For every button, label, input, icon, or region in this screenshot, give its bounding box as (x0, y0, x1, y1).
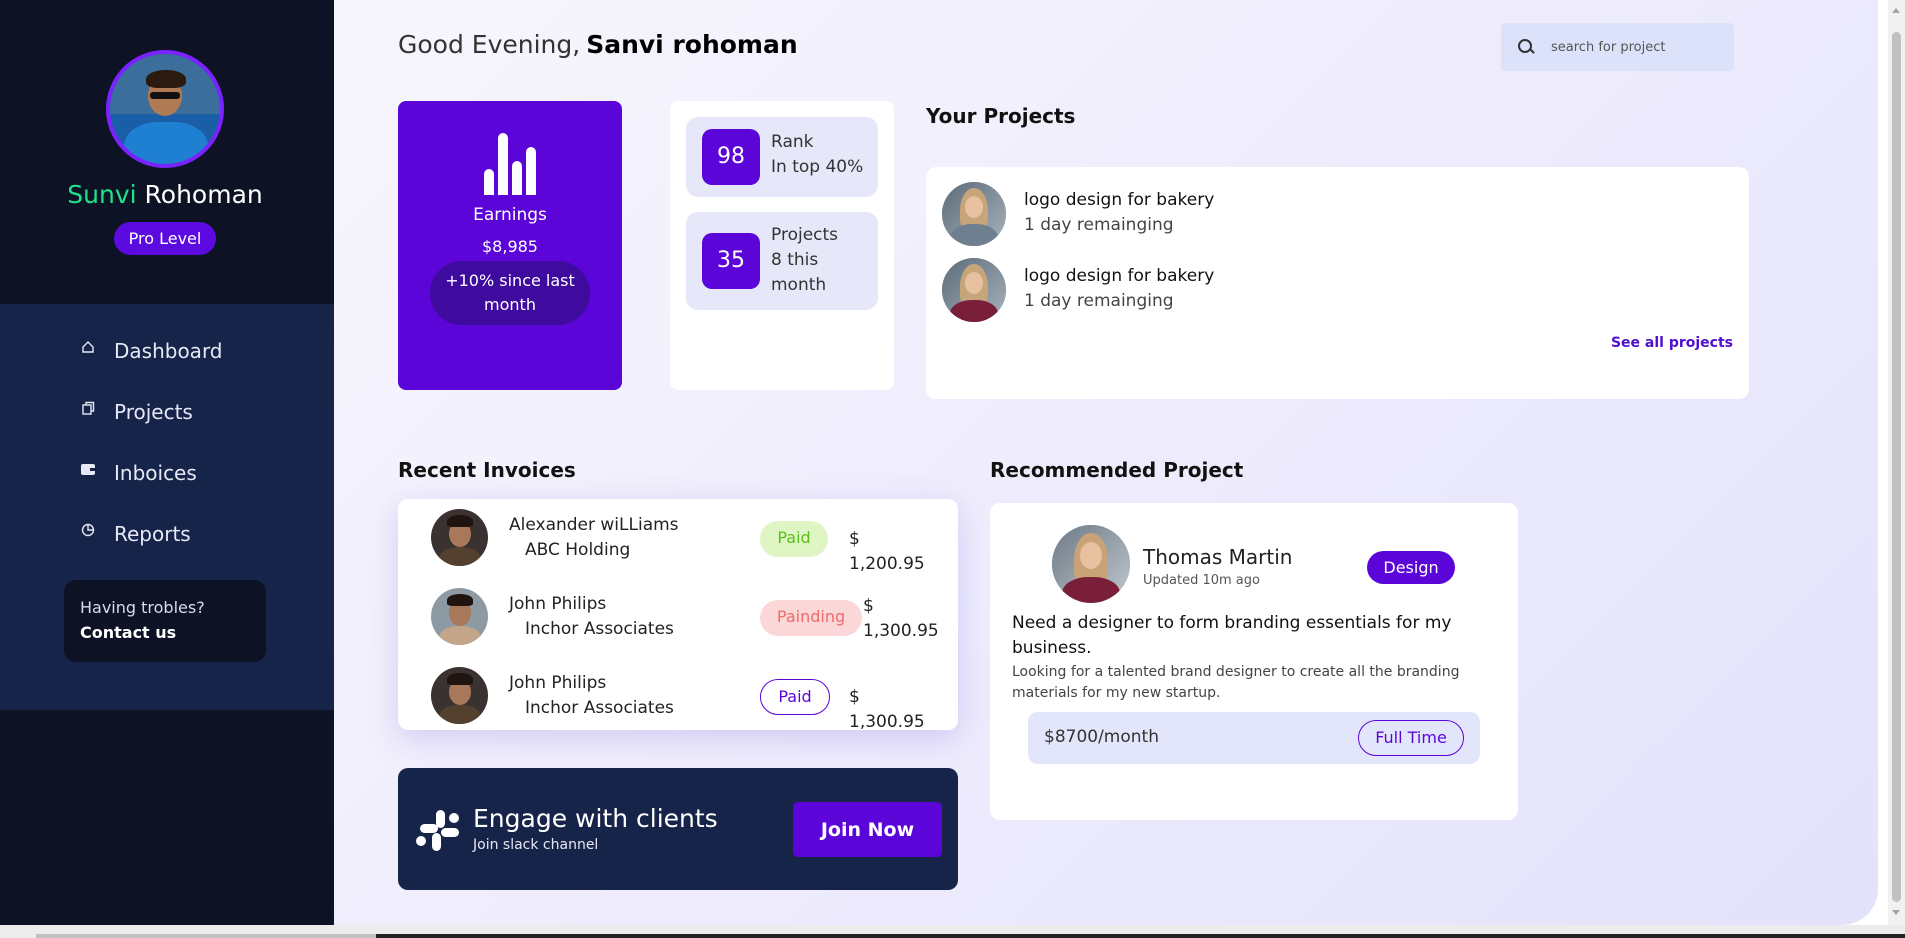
rank-sub: In top 40% (771, 157, 864, 177)
scroll-down-icon[interactable] (1892, 910, 1900, 915)
invoice-row[interactable]: John Philips Inchor Associates Paid $ 1,… (398, 667, 958, 732)
invoice-row[interactable]: John Philips Inchor Associates Painding … (398, 588, 958, 648)
rank-number: 98 (702, 129, 760, 185)
contact-us-link[interactable]: Contact us (80, 623, 176, 642)
invoice-company: ABC Holding (525, 540, 631, 560)
rank-stat: 98 Rank In top 40% (686, 117, 878, 197)
engage-subtitle: Join slack channel (473, 837, 599, 853)
recommended-description: Looking for a talented brand designer to… (1012, 664, 1460, 701)
greeting-user-name: Sanvi rohoman (586, 30, 798, 59)
copy-icon (80, 400, 96, 416)
design-tag[interactable]: Design (1367, 551, 1455, 584)
invoice-avatar (431, 667, 488, 724)
project-avatar (942, 182, 1006, 246)
earnings-card: Earnings $8,985 +10% since last month (398, 101, 622, 390)
sidebar-item-label: Inboices (114, 461, 197, 485)
invoice-company: Inchor Associates (525, 698, 674, 718)
pie-chart-icon (80, 522, 96, 538)
horizontal-scrollbar[interactable] (0, 925, 1905, 938)
slack-icon (416, 808, 460, 852)
project-remaining: 1 day remainging (1024, 215, 1174, 235)
scrollbar-thumb[interactable] (1892, 32, 1901, 902)
invoice-company: Inchor Associates (525, 619, 674, 639)
status-badge[interactable]: Painding (760, 600, 862, 636)
invoice-amount: $ 1,200.95 (849, 529, 925, 574)
profile-first-name: Sunvi (67, 180, 137, 209)
engage-title: Engage with clients (473, 804, 718, 833)
recommended-avatar (1052, 525, 1130, 603)
wallet-icon (80, 461, 96, 477)
invoice-name: John Philips (509, 594, 607, 614)
invoice-avatar (431, 509, 488, 566)
invoice-row[interactable]: Alexander wiLLiams ABC Holding Paid $ 1,… (398, 509, 958, 574)
salary-bar: $8700/month Full Time (1028, 712, 1480, 764)
level-badge: Pro Level (114, 222, 216, 255)
sidebar-item-label: Dashboard (114, 339, 223, 363)
scroll-up-icon[interactable] (1892, 8, 1900, 13)
project-item[interactable]: logo design for bakery 1 day remainging (942, 182, 1542, 246)
recommended-project-card: Thomas Martin Updated 10m ago Design Nee… (990, 503, 1518, 820)
help-box: Having trobles? Contact us (64, 580, 266, 662)
salary-value: $8700/month (1044, 727, 1159, 747)
invoice-name: John Philips (509, 673, 607, 693)
projects-sub: 8 this month (771, 250, 827, 295)
rank-label: Rank (771, 132, 814, 152)
recommended-person-name: Thomas Martin (1143, 545, 1293, 569)
engage-banner: Engage with clients Join slack channel J… (398, 768, 958, 890)
scrollbar-track (36, 934, 376, 938)
sidebar-item-reports[interactable]: Reports (80, 519, 191, 549)
greeting: Good Evening, Sanvi rohoman (398, 30, 798, 59)
search-icon (1517, 38, 1535, 56)
recommended-updated: Updated 10m ago (1143, 573, 1260, 588)
sidebar-item-projects[interactable]: Projects (80, 397, 193, 427)
profile-last-name: Rohoman (144, 180, 263, 209)
invoices-card: Alexander wiLLiams ABC Holding Paid $ 1,… (398, 499, 958, 732)
avatar[interactable] (106, 50, 224, 168)
invoice-avatar (431, 588, 488, 645)
invoice-amount: $ 1,300.95 (863, 596, 939, 641)
your-projects-card: logo design for bakery 1 day remainging … (926, 167, 1749, 399)
projects-stat: 35 Projects 8 this month (686, 212, 878, 310)
status-badge[interactable]: Paid (760, 679, 830, 715)
stats-card: 98 Rank In top 40% 35 Projects 8 this mo… (670, 101, 894, 390)
your-projects-title: Your Projects (926, 104, 1076, 128)
profile-name: Sunvi Rohoman (0, 180, 330, 209)
project-item[interactable]: logo design for bakery 1 day remainging (942, 258, 1542, 322)
vertical-scrollbar[interactable] (1888, 0, 1905, 925)
invoice-name: Alexander wiLLiams (509, 515, 679, 535)
sidebar-item-invoices[interactable]: Inboices (80, 458, 197, 488)
sidebar-item-label: Projects (114, 400, 193, 424)
projects-label: Projects (771, 225, 839, 245)
earnings-value: $8,985 (482, 237, 538, 256)
invoice-amount: $ 1,300.95 (849, 687, 925, 732)
recommended-project-title: Recommended Project (990, 458, 1244, 482)
full-time-tag[interactable]: Full Time (1358, 720, 1464, 756)
join-now-button[interactable]: Join Now (793, 802, 942, 857)
profile-section: Sunvi Rohoman Pro Level (0, 0, 334, 304)
bar-chart-icon (484, 133, 538, 195)
taskbar-strip (376, 934, 1905, 938)
home-icon (80, 339, 96, 355)
sidebar: Sunvi Rohoman Pro Level Dashboard Projec… (0, 0, 334, 925)
status-badge[interactable]: Paid (760, 521, 828, 557)
recommended-headline: Need a designer to form branding essenti… (1012, 613, 1452, 658)
project-remaining: 1 day remainging (1024, 291, 1174, 311)
search-input[interactable]: search for project (1551, 40, 1665, 55)
recent-invoices-title: Recent Invoices (398, 458, 576, 482)
project-name: logo design for bakery (1024, 190, 1215, 210)
search-box[interactable]: search for project (1501, 23, 1734, 71)
earnings-change: +10% since last month (430, 261, 590, 325)
earnings-label: Earnings (473, 205, 547, 225)
greeting-text: Good Evening, (398, 30, 581, 59)
project-name: logo design for bakery (1024, 266, 1215, 286)
sidebar-item-label: Reports (114, 522, 191, 546)
project-avatar (942, 258, 1006, 322)
see-all-projects-link[interactable]: See all projects (1611, 335, 1733, 351)
sidebar-item-dashboard[interactable]: Dashboard (80, 336, 223, 366)
help-text: Having trobles? (80, 598, 205, 617)
projects-number: 35 (702, 233, 760, 289)
